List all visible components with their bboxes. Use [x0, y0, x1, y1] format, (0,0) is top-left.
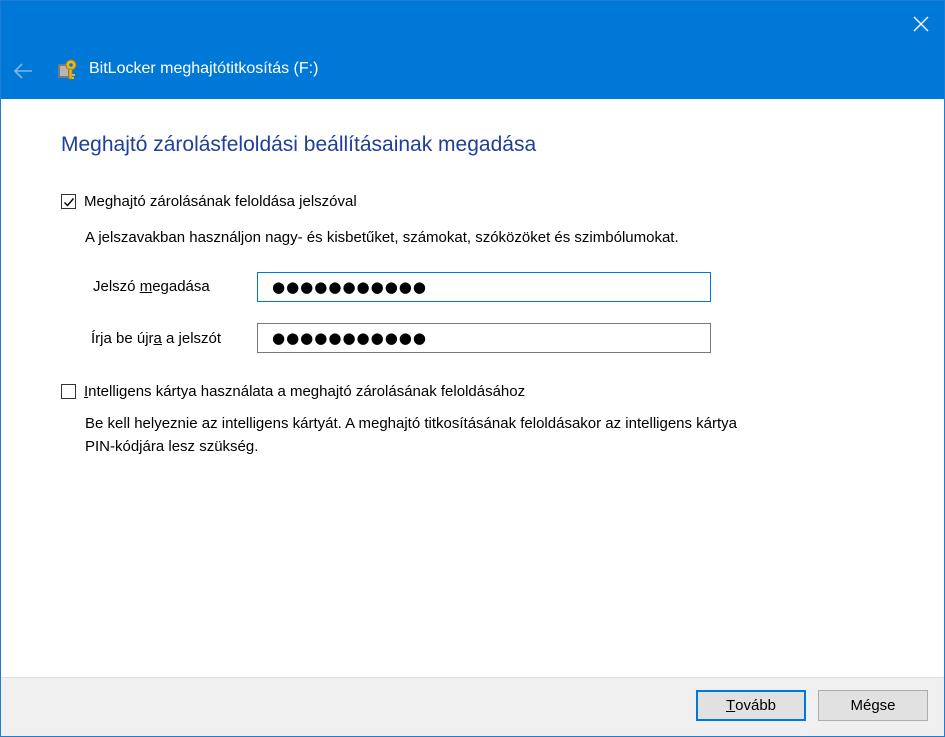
wizard-content: Meghajtó zárolásfeloldási beállításainak…	[1, 99, 944, 677]
back-arrow-icon	[13, 63, 32, 79]
cancel-button[interactable]: Mégse	[818, 690, 928, 721]
password-unlock-option[interactable]: Meghajtó zárolásának feloldása jelszóval	[61, 193, 357, 210]
smartcard-hint-line2: PIN-kódjára lesz szükség.	[85, 438, 259, 455]
close-icon	[913, 16, 929, 32]
back-button[interactable]	[7, 55, 39, 87]
enter-password-label: Jelszó megadása	[93, 278, 210, 295]
bitlocker-keys-icon	[58, 59, 77, 80]
reenter-password-field[interactable]	[257, 323, 711, 353]
enter-password-field[interactable]	[257, 272, 711, 302]
reenter-password-label: Írja be újra a jelszót	[91, 330, 222, 347]
password-unlock-label: Meghajtó zárolásának feloldása jelszóval	[84, 193, 357, 210]
password-unlock-checkbox[interactable]	[61, 194, 76, 209]
next-button[interactable]: Tovább	[696, 690, 806, 721]
smartcard-hint-line1: Be kell helyeznie az intelligens kártyát…	[85, 415, 738, 432]
checkmark-icon	[63, 197, 74, 207]
close-button[interactable]	[898, 1, 944, 47]
password-hint: A jelszavakban használjon nagy- és kisbe…	[85, 229, 679, 246]
title-bar: BitLocker meghajtótitkosítás (F:)	[1, 1, 944, 99]
wizard-footer: Tovább Mégse	[1, 677, 944, 736]
window-title: BitLocker meghajtótitkosítás (F:)	[89, 60, 319, 77]
page-heading: Meghajtó zárolásfeloldási beállításainak…	[61, 133, 537, 156]
smartcard-unlock-checkbox[interactable]	[61, 384, 76, 399]
smartcard-unlock-label: Intelligens kártya használata a meghajtó…	[84, 383, 526, 400]
bitlocker-wizard-window: BitLocker meghajtótitkosítás (F:) Meghaj…	[0, 0, 945, 737]
smartcard-unlock-option[interactable]: Intelligens kártya használata a meghajtó…	[61, 383, 525, 400]
